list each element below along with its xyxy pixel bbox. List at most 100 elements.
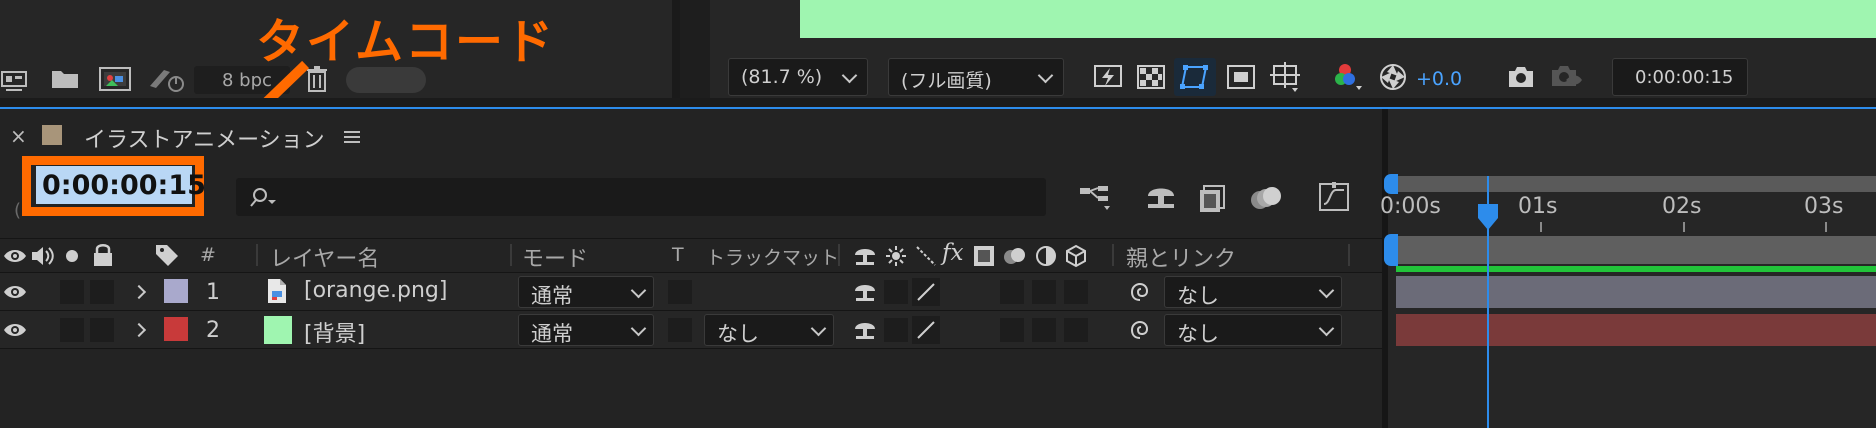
preserve-transparency-switch[interactable]	[668, 318, 692, 342]
layer-mode-dropdown[interactable]: 通常	[518, 314, 654, 346]
column-track-matte[interactable]: トラックマット	[706, 243, 839, 270]
playhead-handle-icon[interactable]	[1476, 202, 1500, 232]
zoom-dropdown[interactable]: (81.7 %)	[728, 58, 868, 96]
column-layer-name[interactable]: レイヤー名	[270, 241, 379, 273]
layer-label-color[interactable]	[164, 317, 188, 341]
resolution-dropdown[interactable]: (フル画質)	[888, 58, 1064, 96]
motion-blur-switch[interactable]	[1032, 318, 1056, 342]
shy-switch-icon[interactable]	[852, 318, 878, 342]
layer-lock-switch[interactable]	[90, 280, 114, 304]
layer-visibility-icon[interactable]	[2, 282, 28, 302]
frame-blending-icon[interactable]	[1198, 182, 1228, 214]
navigator-start-handle[interactable]	[1384, 174, 1398, 194]
video-visibility-icon[interactable]	[2, 246, 28, 266]
track-matte-value: なし	[717, 322, 759, 346]
viewer-current-time[interactable]: 0:00:00:15	[1612, 58, 1748, 96]
snapshot-camera-icon[interactable]	[1506, 64, 1536, 90]
parent-pick-whip-icon[interactable]	[1128, 280, 1152, 304]
preserve-transparency-switch[interactable]	[668, 280, 692, 304]
adjustment-layer-icon[interactable]	[1034, 244, 1058, 268]
transparency-grid-icon[interactable]	[1136, 64, 1166, 90]
interpret-footage-icon[interactable]	[0, 66, 34, 94]
quality-switch-icon[interactable]	[912, 316, 940, 344]
composition-flowchart-icon[interactable]	[1078, 184, 1114, 214]
column-separator[interactable]	[838, 244, 840, 266]
collapse-switch[interactable]	[884, 318, 908, 342]
draft-3d-icon[interactable]	[1144, 182, 1178, 212]
graph-editor-icon[interactable]	[1316, 180, 1352, 214]
show-snapshot-icon[interactable]	[1548, 62, 1584, 92]
layer-1-duration-bar[interactable]	[1396, 276, 1876, 308]
work-area-bar[interactable]	[1396, 236, 1876, 264]
row-border	[0, 348, 1382, 349]
composition-canvas[interactable]	[800, 0, 1876, 38]
region-of-interest-icon[interactable]	[1226, 64, 1256, 90]
layer-search-input[interactable]	[236, 178, 1046, 216]
exposure-reset-icon[interactable]	[1378, 62, 1408, 92]
panel-menu-icon[interactable]	[342, 128, 362, 146]
composition-tab-title[interactable]: イラストアニメーション	[84, 122, 325, 154]
column-separator[interactable]	[256, 244, 258, 266]
grid-guides-icon[interactable]	[1268, 60, 1302, 94]
layer-name[interactable]: [orange.png]	[304, 278, 447, 303]
motion-blur-column-icon[interactable]	[1002, 244, 1028, 268]
collapse-transformations-icon[interactable]	[884, 244, 908, 268]
shy-switch-icon[interactable]	[852, 280, 878, 304]
3d-switch[interactable]	[1064, 280, 1088, 304]
parent-dropdown[interactable]: なし	[1164, 314, 1342, 346]
motion-blur-icon[interactable]	[1248, 182, 1284, 214]
layer-name[interactable]: [背景]	[304, 316, 365, 348]
show-channel-icon[interactable]	[1332, 60, 1366, 94]
column-parent-link[interactable]: 親とリンク	[1126, 241, 1236, 273]
shy-icon[interactable]	[852, 244, 878, 268]
parent-dropdown[interactable]: なし	[1164, 276, 1342, 308]
new-composition-icon[interactable]	[98, 64, 132, 94]
collapse-switch[interactable]	[884, 280, 908, 304]
work-area-green-line	[1396, 266, 1876, 272]
timecode-field[interactable]: 0:00:00:15	[36, 166, 206, 204]
solid-color-swatch	[264, 316, 292, 344]
column-separator[interactable]	[510, 244, 512, 266]
track-matte-dropdown[interactable]: なし	[704, 314, 834, 346]
exposure-value[interactable]: +0.0	[1416, 68, 1462, 90]
new-folder-icon[interactable]	[50, 66, 80, 92]
panel-separator	[0, 98, 1876, 107]
resolution-value: (フル画質)	[901, 70, 992, 92]
timeline-divider[interactable]	[1382, 109, 1388, 428]
column-mode[interactable]: モード	[522, 241, 588, 273]
work-area-start-handle[interactable]	[1384, 234, 1398, 266]
solo-icon[interactable]	[64, 248, 80, 264]
column-fx[interactable]: fx	[942, 240, 963, 266]
lock-icon[interactable]	[92, 242, 114, 268]
3d-layer-icon[interactable]	[1064, 244, 1088, 268]
layer-solo-switch[interactable]	[60, 318, 84, 342]
label-tag-icon[interactable]	[154, 242, 180, 268]
frame-blend-column-icon[interactable]	[972, 244, 996, 268]
quality-switch-icon[interactable]	[912, 278, 940, 306]
column-separator[interactable]	[1112, 244, 1114, 266]
effects-switch[interactable]	[1000, 280, 1024, 304]
layer-label-color[interactable]	[164, 279, 188, 303]
viewer-time-value: 0:00:00:15	[1635, 67, 1734, 88]
layer-2-duration-bar[interactable]	[1396, 314, 1876, 346]
ruler-tick	[1825, 222, 1827, 232]
effects-switch[interactable]	[1000, 318, 1024, 342]
chevron-down-icon	[630, 320, 647, 337]
panel-divider[interactable]	[672, 0, 680, 98]
layer-solo-switch[interactable]	[60, 280, 84, 304]
layer-visibility-icon[interactable]	[2, 320, 28, 340]
mask-visibility-button[interactable]	[1174, 58, 1216, 96]
quality-icon[interactable]	[914, 244, 938, 268]
chevron-down-icon	[810, 320, 827, 337]
fast-previews-icon[interactable]	[1092, 62, 1124, 92]
close-tab-icon[interactable]: ×	[10, 124, 27, 148]
layer-mode-dropdown[interactable]: 通常	[518, 276, 654, 308]
column-separator[interactable]	[1348, 244, 1350, 266]
layer-lock-switch[interactable]	[90, 318, 114, 342]
audio-icon[interactable]	[30, 244, 56, 268]
navigator-bar[interactable]	[1396, 176, 1876, 192]
parent-value: なし	[1177, 322, 1219, 346]
3d-switch[interactable]	[1064, 318, 1088, 342]
parent-pick-whip-icon[interactable]	[1128, 318, 1152, 342]
motion-blur-switch[interactable]	[1032, 280, 1056, 304]
